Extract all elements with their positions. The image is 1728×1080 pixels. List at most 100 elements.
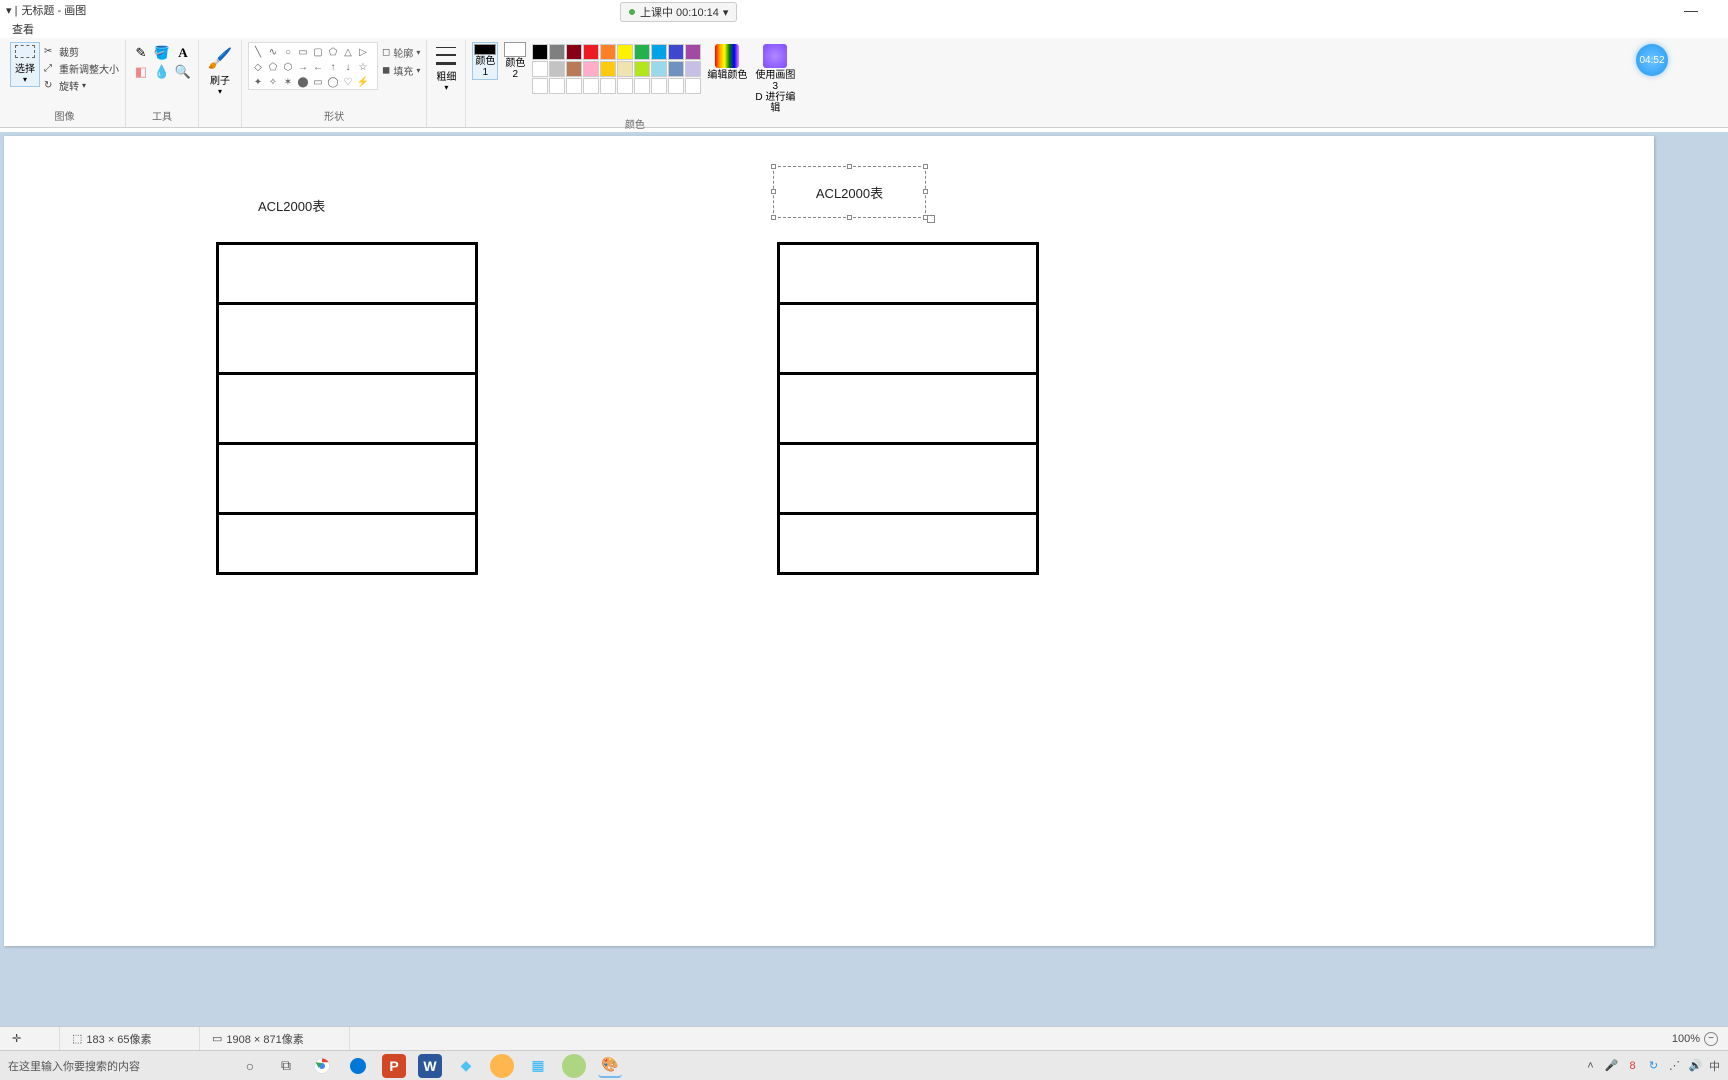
rotate-icon: ↻ [44, 80, 56, 91]
zoom-out-button[interactable]: − [1704, 1032, 1718, 1046]
canvas[interactable]: ACL2000表 ACL2000表 [4, 136, 1654, 946]
palette-color[interactable] [634, 78, 650, 94]
selection-handle[interactable] [847, 215, 852, 220]
menu-view[interactable]: 查看 [12, 21, 34, 37]
minimize-button[interactable]: — [1684, 2, 1698, 18]
chrome-icon[interactable] [310, 1054, 334, 1078]
text-selection-box[interactable]: ACL2000表 [773, 166, 926, 218]
paint3d-icon [763, 44, 787, 68]
palette-color[interactable] [651, 78, 667, 94]
stroke-width-tool[interactable]: 粗细 ▾ [433, 42, 459, 92]
status-spacer [350, 1027, 1662, 1050]
palette-color[interactable] [617, 61, 633, 77]
palette-color[interactable] [600, 44, 616, 60]
zoom-level-text: 100% [1672, 1033, 1700, 1045]
palette-color[interactable] [685, 61, 701, 77]
palette-color[interactable] [566, 78, 582, 94]
palette-color[interactable] [549, 44, 565, 60]
selection-handle[interactable] [771, 215, 776, 220]
timer-badge[interactable]: 04:52 [1636, 44, 1668, 76]
palette-color[interactable] [583, 61, 599, 77]
shapes-gallery[interactable]: ╲∿○▭▢⬠△▷ ◇⬠⬡→←↑↓☆ ✦✧✶⬤▭◯♡⚡ [248, 42, 378, 90]
edge-icon[interactable] [346, 1054, 370, 1078]
palette-color[interactable] [600, 78, 616, 94]
rotate-handle[interactable] [927, 215, 935, 223]
selection-size-icon: ⬚ [72, 1032, 82, 1045]
app-icon-2[interactable] [490, 1054, 514, 1078]
paint3d-button[interactable]: 使用画图 3 D 进行编辑 [753, 42, 797, 114]
resize-label: 重新调整大小 [59, 61, 119, 76]
group-label-colors: 颜色 [625, 114, 645, 133]
brush-tool[interactable]: 🖌️ 刷子 ▾ [205, 42, 235, 96]
palette-color[interactable] [634, 61, 650, 77]
color2-slot[interactable]: 颜色 2 [502, 42, 528, 80]
palette-color[interactable] [566, 44, 582, 60]
palette-color[interactable] [549, 61, 565, 77]
brush-label: 刷子 [210, 72, 230, 87]
color1-slot[interactable]: 颜色 1 [472, 42, 498, 80]
palette-color[interactable] [566, 61, 582, 77]
palette-color[interactable] [549, 78, 565, 94]
palette-color[interactable] [685, 78, 701, 94]
magnifier-tool[interactable]: 🔍 [174, 64, 192, 80]
session-status-text: 上课中 00:10:14 [640, 4, 719, 20]
eraser-tool[interactable]: ◧ [132, 64, 150, 80]
selection-handle[interactable] [771, 164, 776, 169]
canvas-workspace: ACL2000表 ACL2000表 [0, 132, 1728, 1050]
resize-button[interactable]: ⤢重新调整大小 [44, 61, 119, 76]
palette-color[interactable] [532, 78, 548, 94]
pencil-tool[interactable]: ✎ [132, 45, 150, 61]
tray-mic-icon[interactable]: 🎤 [1604, 1058, 1619, 1073]
taskbar-search[interactable]: 在这里输入你要搜索的内容 [0, 1058, 228, 1074]
palette-color[interactable] [583, 44, 599, 60]
palette-color[interactable] [634, 44, 650, 60]
color2-label: 颜色 2 [502, 58, 528, 80]
palette-color[interactable] [668, 61, 684, 77]
palette-color[interactable] [532, 44, 548, 60]
text-tool[interactable]: A [174, 45, 192, 61]
palette-color[interactable] [617, 78, 633, 94]
tray-ime[interactable]: 中 [1709, 1058, 1720, 1074]
palette-color[interactable] [583, 78, 599, 94]
select-tool[interactable]: 选择 ▾ [10, 42, 40, 87]
palette-color[interactable] [600, 61, 616, 77]
fill-tool[interactable]: 🪣 [153, 45, 171, 61]
select-icon [15, 45, 35, 58]
tray-sync-icon[interactable]: ↻ [1646, 1058, 1661, 1073]
selection-handle[interactable] [847, 164, 852, 169]
cortana-icon[interactable]: ○ [238, 1054, 262, 1078]
rotate-button[interactable]: ↻旋转 ▾ [44, 78, 119, 93]
shape-fill-button[interactable]: ◼填充 ▾ [382, 63, 420, 78]
selection-handle[interactable] [771, 189, 776, 194]
palette-color[interactable] [668, 78, 684, 94]
status-dot-icon [629, 9, 635, 15]
qat-dropdown-icon[interactable]: ▾ | [6, 4, 17, 17]
palette-color[interactable] [651, 44, 667, 60]
system-tray: ˄ 🎤 8 ↻ ⋰ 🔊 中 [1583, 1058, 1728, 1074]
tray-wifi-icon[interactable]: ⋰ [1667, 1058, 1682, 1073]
palette-color[interactable] [668, 44, 684, 60]
tray-volume-icon[interactable]: 🔊 [1688, 1058, 1703, 1073]
selection-handle[interactable] [923, 164, 928, 169]
mspaint-icon[interactable]: 🎨 [598, 1054, 622, 1078]
app-icon-1[interactable]: ◆ [454, 1054, 478, 1078]
selection-handle[interactable] [923, 189, 928, 194]
ribbon-group-tools: ✎ 🪣 A ◧ 💧 🔍 工具 [126, 40, 199, 127]
drawn-table-right [777, 242, 1039, 575]
app-icon-3[interactable]: ▦ [526, 1054, 550, 1078]
word-icon[interactable]: W [418, 1054, 442, 1078]
palette-color[interactable] [617, 44, 633, 60]
tray-chevron-icon[interactable]: ˄ [1583, 1058, 1598, 1073]
powerpoint-icon[interactable]: P [382, 1054, 406, 1078]
crop-button[interactable]: ✂裁剪 [44, 44, 119, 59]
edit-colors-button[interactable]: 编辑颜色 [705, 42, 749, 81]
session-status-pill[interactable]: 上课中 00:10:14 ▾ [620, 2, 737, 22]
taskview-icon[interactable]: ⧉ [274, 1054, 298, 1078]
eyedropper-tool[interactable]: 💧 [153, 64, 171, 80]
tray-app-icon[interactable]: 8 [1625, 1058, 1640, 1073]
palette-color[interactable] [651, 61, 667, 77]
palette-color[interactable] [685, 44, 701, 60]
palette-color[interactable] [532, 61, 548, 77]
app-icon-4[interactable] [562, 1054, 586, 1078]
shape-outline-button[interactable]: ◻轮廓 ▾ [382, 45, 420, 60]
